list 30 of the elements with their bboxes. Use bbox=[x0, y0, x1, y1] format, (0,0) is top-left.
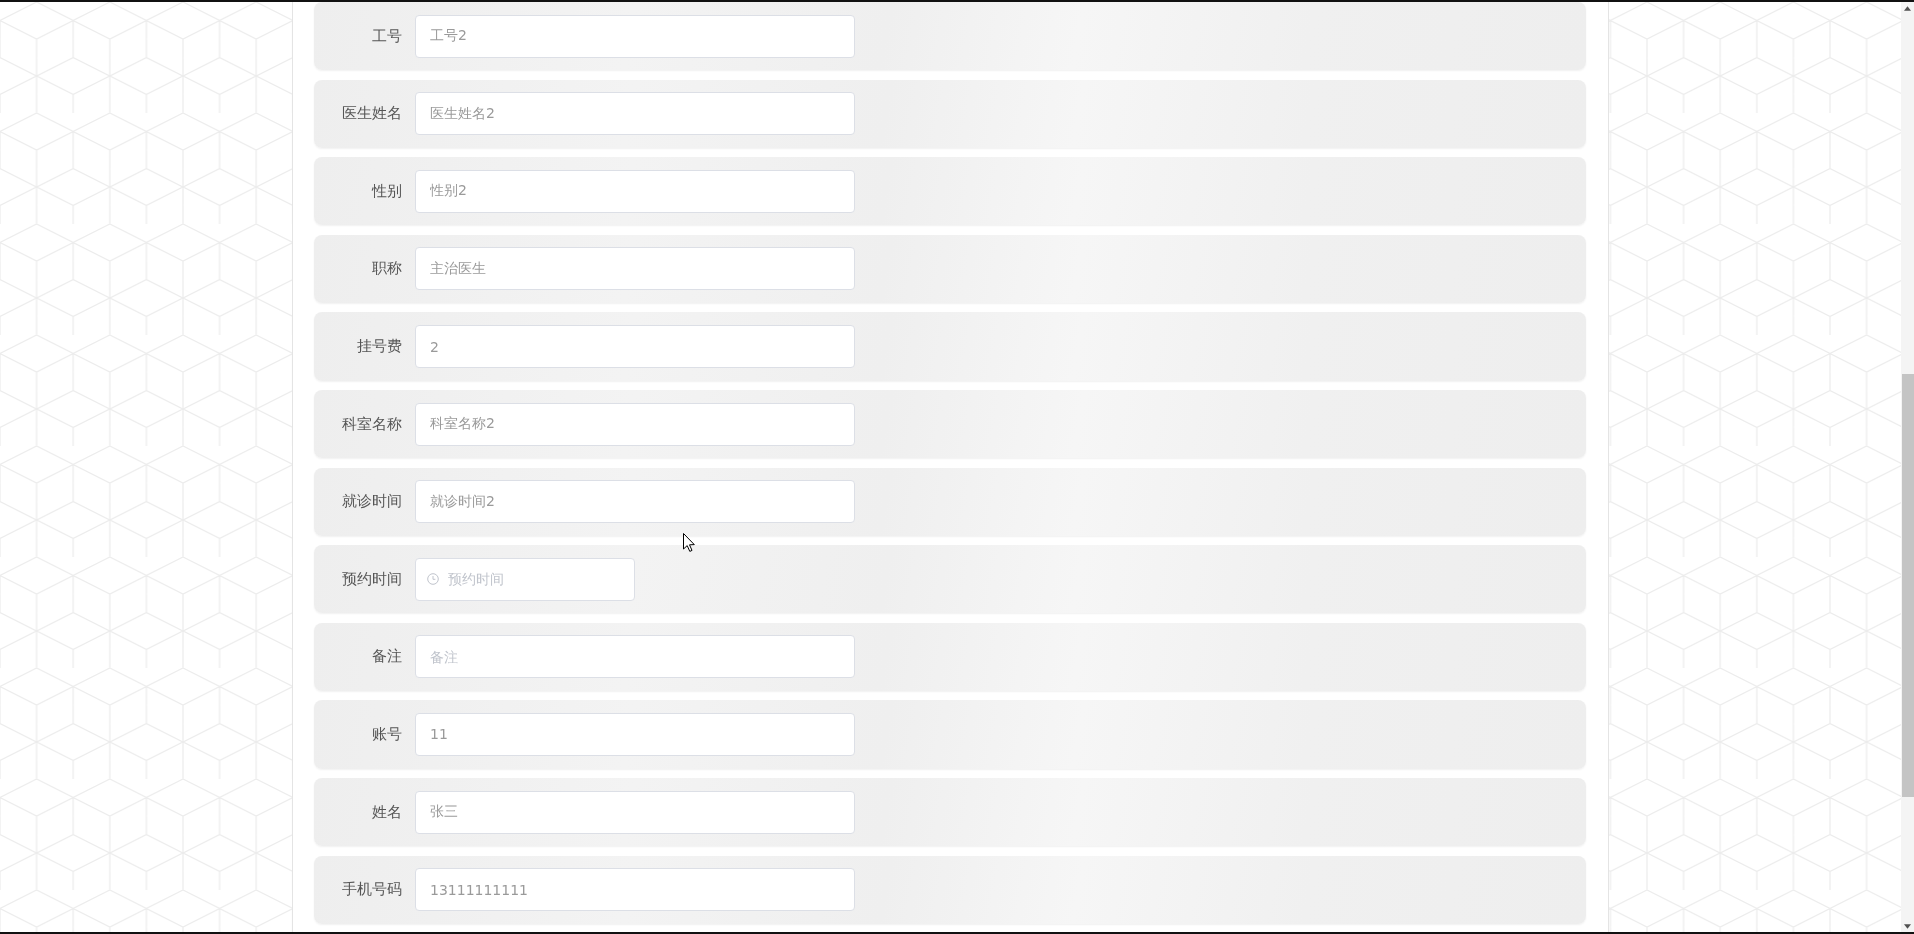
text-field[interactable]: 13111111111 bbox=[415, 868, 855, 912]
text-field[interactable]: 科室名称2 bbox=[415, 402, 855, 446]
field-label: 医生姓名 bbox=[342, 104, 402, 124]
field-label: 职称 bbox=[372, 259, 402, 279]
scrollbar-track[interactable] bbox=[1901, 2, 1914, 932]
scrollbar-thumb[interactable] bbox=[1902, 374, 1914, 797]
text-field[interactable]: 张三 bbox=[415, 790, 855, 834]
field-label: 预约时间 bbox=[342, 569, 402, 589]
text-field[interactable]: 工号2 bbox=[415, 14, 855, 58]
text-field[interactable]: 2 bbox=[415, 325, 855, 368]
field-label: 手机号码 bbox=[342, 880, 402, 900]
text-field[interactable]: 性别2 bbox=[415, 169, 855, 213]
text-field[interactable]: 主治医生 bbox=[415, 247, 855, 291]
field-label: 科室名称 bbox=[342, 414, 402, 434]
time-picker-field[interactable]: 预约时间 bbox=[415, 557, 635, 601]
field-label: 挂号费 bbox=[357, 337, 402, 356]
text-field[interactable]: 11 bbox=[415, 713, 855, 756]
text-field[interactable]: 就诊时间2 bbox=[415, 480, 855, 524]
field-label: 性别 bbox=[372, 181, 402, 201]
field-label: 就诊时间 bbox=[342, 492, 402, 512]
field-label: 姓名 bbox=[372, 802, 402, 822]
scroll-down-arrow-icon[interactable] bbox=[1904, 924, 1911, 929]
text-field[interactable]: 医生姓名2 bbox=[415, 92, 855, 136]
field-label: 账号 bbox=[372, 725, 402, 744]
scroll-up-arrow-icon[interactable] bbox=[1904, 6, 1911, 11]
field-label: 备注 bbox=[372, 647, 402, 667]
mouse-pointer-icon bbox=[683, 533, 695, 552]
clock-icon bbox=[427, 573, 439, 586]
text-field[interactable]: 备注 bbox=[415, 635, 855, 679]
field-label: 工号 bbox=[372, 26, 402, 46]
